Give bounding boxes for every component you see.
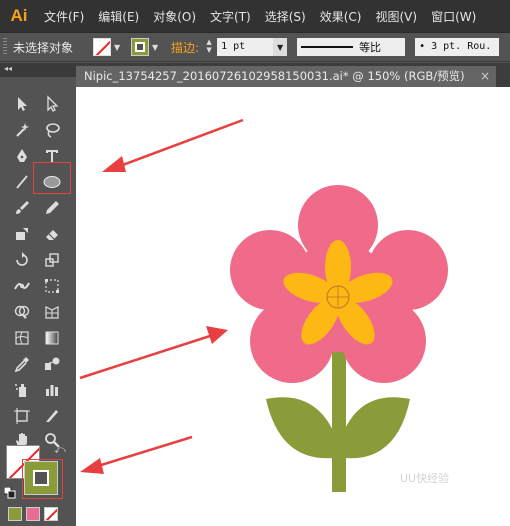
swap-fill-stroke-icon[interactable]: ⤺ bbox=[54, 443, 66, 457]
eraser-icon[interactable] bbox=[40, 223, 64, 245]
fill-stroke-widget: ⤺ bbox=[4, 443, 68, 503]
color-mode-buttons bbox=[8, 507, 58, 521]
pencil-icon[interactable] bbox=[40, 197, 64, 219]
column-graph-icon[interactable] bbox=[40, 379, 64, 401]
document-tab-bar: Nipic_13754257_20160726102958150031.ai* … bbox=[76, 63, 510, 87]
gradient-swatch-button[interactable] bbox=[26, 507, 40, 521]
lasso-icon[interactable] bbox=[40, 119, 64, 141]
menu-view[interactable]: 视图(V) bbox=[375, 8, 417, 25]
gradient-tool-icon[interactable] bbox=[40, 327, 64, 349]
scale-tool-icon[interactable] bbox=[40, 249, 64, 271]
fill-swatch-control[interactable] bbox=[93, 38, 112, 56]
blend-tool-icon[interactable] bbox=[40, 353, 64, 375]
menu-effect[interactable]: 效果(C) bbox=[320, 8, 362, 25]
variable-width-profile[interactable]: 等比 bbox=[297, 38, 406, 56]
direct-selection-tool-icon[interactable] bbox=[40, 93, 64, 115]
watermark: UU快经验 bbox=[400, 472, 450, 485]
free-transform-icon[interactable] bbox=[40, 275, 64, 297]
brush-definition[interactable]: • 3 pt. Rou. bbox=[415, 38, 500, 56]
flower-artwork bbox=[230, 185, 448, 492]
collapse-icon[interactable]: ◂◂ bbox=[4, 64, 12, 73]
document-tab-title: Nipic_13754257_20160726102958150031.ai* … bbox=[84, 69, 465, 83]
document-tab[interactable]: Nipic_13754257_20160726102958150031.ai* … bbox=[76, 66, 496, 87]
stroke-swatch-control[interactable] bbox=[131, 38, 150, 56]
menu-type[interactable]: 文字(T) bbox=[210, 8, 251, 25]
menu-file[interactable]: 文件(F) bbox=[44, 8, 84, 25]
flower-stem bbox=[332, 332, 346, 492]
selection-tool-icon[interactable] bbox=[10, 93, 34, 115]
stroke-weight-stepper[interactable]: ▲ ▼ bbox=[203, 38, 215, 56]
eyedropper-icon[interactable] bbox=[10, 353, 34, 375]
slice-tool-icon[interactable] bbox=[40, 405, 64, 427]
chevron-down-icon[interactable]: ▼ bbox=[273, 38, 288, 56]
default-fill-stroke-icon[interactable] bbox=[4, 487, 16, 499]
control-bar: 未选择对象 ▼ ▼ 描边: ▲ ▼ 1 pt ▼ 等比 • 3 pt. Rou. bbox=[0, 32, 510, 62]
stroke-label[interactable]: 描边: bbox=[171, 39, 199, 56]
stroke-weight-input[interactable]: 1 pt bbox=[217, 38, 274, 56]
symbol-sprayer-icon[interactable] bbox=[10, 379, 34, 401]
shape-builder-icon[interactable] bbox=[10, 301, 34, 323]
toolbox-header[interactable]: ◂◂ bbox=[0, 63, 76, 77]
chevron-down-icon[interactable]: ▼ bbox=[111, 38, 123, 56]
app-logo: Ai bbox=[10, 6, 28, 25]
ellipse-tool-highlight bbox=[33, 162, 71, 194]
width-tool-icon[interactable] bbox=[10, 275, 34, 297]
paintbrush-icon[interactable] bbox=[10, 197, 34, 219]
left-leaf bbox=[266, 397, 342, 459]
right-leaf bbox=[336, 397, 410, 459]
close-icon[interactable]: × bbox=[480, 66, 490, 87]
panel-grip[interactable] bbox=[3, 38, 7, 56]
mesh-tool-icon[interactable] bbox=[10, 327, 34, 349]
menu-select[interactable]: 选择(S) bbox=[265, 8, 306, 25]
artboard-canvas[interactable] bbox=[76, 87, 510, 526]
profile-line-icon bbox=[301, 46, 354, 48]
menu-object[interactable]: 对象(O) bbox=[153, 8, 196, 25]
stroke-swatch-highlight bbox=[22, 459, 63, 499]
rotate-tool-icon[interactable] bbox=[10, 249, 34, 271]
menu-window[interactable]: 窗口(W) bbox=[431, 8, 476, 25]
magic-wand-icon[interactable] bbox=[10, 119, 34, 141]
toolbox: ◂◂ ⤺ bbox=[0, 63, 76, 526]
pen-tool-icon[interactable] bbox=[10, 145, 34, 167]
menu-bar: Ai 文件(F) 编辑(E) 对象(O) 文字(T) 选择(S) 效果(C) 视… bbox=[0, 0, 510, 32]
chevron-down-icon[interactable]: ▼ bbox=[149, 38, 161, 56]
line-segment-tool-icon[interactable] bbox=[10, 171, 34, 193]
artboard-tool-icon[interactable] bbox=[10, 405, 34, 427]
perspective-grid-icon[interactable] bbox=[40, 301, 64, 323]
selection-status: 未选择对象 bbox=[13, 40, 74, 55]
shaper-tool-icon[interactable] bbox=[10, 223, 34, 245]
menu-edit[interactable]: 编辑(E) bbox=[98, 8, 139, 25]
profile-label: 等比 bbox=[359, 41, 382, 54]
none-swatch-button[interactable] bbox=[44, 507, 58, 521]
color-swatch-button[interactable] bbox=[8, 507, 22, 521]
